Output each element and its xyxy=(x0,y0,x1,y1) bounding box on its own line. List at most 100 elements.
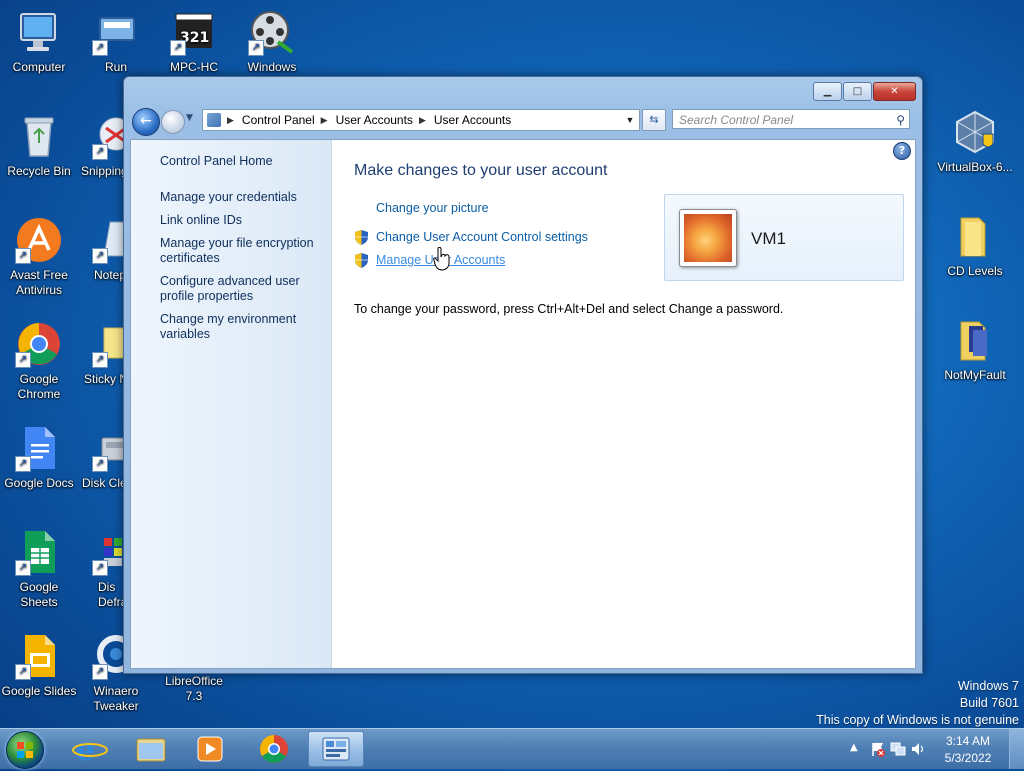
desktop-icon-google-docs[interactable]: ↗ Google Docs xyxy=(1,424,77,491)
back-arrow-icon: ← xyxy=(140,113,152,129)
desktop-icon-google-sheets[interactable]: ↗ Google Sheets xyxy=(1,528,77,610)
minimize-button[interactable]: ▁ xyxy=(813,82,842,101)
shortcut-arrow-icon: ↗ xyxy=(92,40,108,56)
breadcrumb-user-accounts-current[interactable]: User Accounts xyxy=(434,113,511,127)
forward-button[interactable] xyxy=(161,110,185,134)
password-info-text: To change your password, press Ctrl+Alt+… xyxy=(354,302,784,316)
shortcut-arrow-icon: ↗ xyxy=(15,352,31,368)
chrome-icon xyxy=(260,735,288,763)
address-dropdown-icon[interactable]: ▼ xyxy=(623,110,637,130)
back-button[interactable]: ← xyxy=(132,108,160,136)
desktop-icon-google-chrome[interactable]: ↗ Google Chrome xyxy=(1,320,77,402)
link-online-ids-link[interactable]: Link online IDs xyxy=(160,213,320,228)
show-desktop-button[interactable] xyxy=(1009,729,1024,769)
shortcut-arrow-icon: ↗ xyxy=(15,664,31,680)
clock[interactable]: 3:14 AM 5/3/2022 xyxy=(940,733,996,767)
search-placeholder: Search Control Panel xyxy=(679,113,794,127)
shortcut-arrow-icon: ↗ xyxy=(92,560,108,576)
clock-date: 5/3/2022 xyxy=(944,751,992,765)
taskbar-media-player[interactable] xyxy=(182,731,238,767)
desktop-icon-avast[interactable]: ↗ Avast Free Antivirus xyxy=(1,216,77,298)
desktop-icon-run[interactable]: ↗ Run xyxy=(78,8,154,75)
taskbar-internet-explorer[interactable]: e xyxy=(62,731,118,768)
shortcut-arrow-icon: ↗ xyxy=(92,144,108,160)
change-picture-link[interactable]: Change your picture xyxy=(376,201,489,215)
desktop-icon-virtualbox[interactable]: VirtualBox-6... xyxy=(936,108,1014,175)
breadcrumb-separator-icon[interactable]: ▶ xyxy=(419,115,426,126)
windows-watermark: Windows 7 Build 7601 This copy of Window… xyxy=(816,678,1019,729)
network-icon[interactable] xyxy=(890,741,906,757)
taskbar-windows-explorer[interactable] xyxy=(123,731,179,767)
uac-settings-link[interactable]: Change User Account Control settings xyxy=(376,230,588,244)
taskbar-google-chrome[interactable] xyxy=(246,731,302,767)
address-bar[interactable]: ▶ Control Panel ▶ User Accounts ▶ User A… xyxy=(202,109,640,131)
start-button[interactable] xyxy=(6,731,44,769)
page-title: Make changes to your user account xyxy=(354,162,608,179)
uac-shield-icon xyxy=(355,230,368,245)
action-center-flag-icon[interactable] xyxy=(870,741,886,757)
desktop-icon-libreoffice[interactable]: LibreOffice 7.3 xyxy=(156,674,232,704)
refresh-button[interactable]: ⇆ xyxy=(642,109,666,131)
desktop-icon-notepad[interactable]: ↗ Notep xyxy=(78,216,124,283)
watermark-os: Windows 7 xyxy=(957,679,1019,693)
desktop-icon-computer[interactable]: Computer xyxy=(1,8,77,75)
breadcrumb-user-accounts[interactable]: User Accounts xyxy=(336,113,413,127)
manage-credentials-link[interactable]: Manage your credentials xyxy=(160,190,320,205)
environment-variables-link[interactable]: Change my environment variables xyxy=(160,312,320,342)
desktop-icon-snipping[interactable]: ↗ Snipping xyxy=(78,112,124,179)
avatar[interactable] xyxy=(679,209,737,267)
file-encryption-link[interactable]: Manage your file encryption certificates xyxy=(160,236,320,266)
desktop-icon-mpc-hc[interactable]: 321 ↗ MPC-HC xyxy=(156,8,232,75)
control-panel-icon xyxy=(322,737,350,761)
user-name: VM1 xyxy=(751,229,786,248)
shortcut-arrow-icon: ↗ xyxy=(92,352,108,368)
search-input[interactable]: Search Control Panel ⚲ xyxy=(672,109,910,129)
advanced-profile-link[interactable]: Configure advanced user profile properti… xyxy=(160,274,320,304)
google-sheets-icon: ↗ xyxy=(15,528,63,576)
close-button[interactable]: ✕ xyxy=(873,82,916,101)
volume-icon[interactable] xyxy=(910,741,926,757)
google-slides-icon: ↗ xyxy=(15,632,63,680)
desktop-icon-google-slides[interactable]: ↗ Google Slides xyxy=(1,632,77,699)
shortcut-arrow-icon: ↗ xyxy=(15,456,31,472)
desktop-icon-sticky-notes[interactable]: ↗ Sticky N xyxy=(78,320,124,387)
breadcrumb-separator-icon: ▶ xyxy=(227,114,234,125)
disk-cleanup-icon: ↗ xyxy=(92,424,124,472)
folder-icon xyxy=(136,738,166,762)
shortcut-arrow-icon: ↗ xyxy=(92,248,108,264)
virtualbox-icon xyxy=(951,108,999,156)
minimize-icon: ▁ xyxy=(823,86,832,97)
search-icon[interactable]: ⚲ xyxy=(896,110,905,130)
shortcut-arrow-icon: ↗ xyxy=(15,560,31,576)
internet-explorer-icon: e xyxy=(72,733,108,768)
breadcrumb-control-panel[interactable]: Control Panel xyxy=(242,113,315,127)
desktop-icon-recycle-bin[interactable]: Recycle Bin xyxy=(1,112,77,179)
desktop-icon-disk-cleanup[interactable]: ↗ Disk Cle xyxy=(78,424,124,491)
desktop-icon-notmyfault[interactable]: NotMyFault xyxy=(936,316,1014,383)
show-hidden-icons-icon[interactable]: ▲ xyxy=(850,742,858,753)
desktop-icon-windows-movie[interactable]: ↗ Windows xyxy=(234,8,310,75)
desktop-icon-disk-defragmenter[interactable]: ↗ Dis Defragn xyxy=(78,528,124,610)
recent-pages-dropdown[interactable]: ▼ xyxy=(186,113,193,123)
control-panel-window: ▁ □ ✕ ← ▼ ▶ Control Panel ▶ User Account… xyxy=(123,76,923,674)
taskbar-control-panel[interactable] xyxy=(308,731,364,767)
recycle-bin-icon xyxy=(15,112,63,160)
control-panel-icon xyxy=(207,113,221,127)
breadcrumb-separator-icon[interactable]: ▶ xyxy=(321,115,328,126)
shortcut-arrow-icon: ↗ xyxy=(92,664,108,680)
navigation-bar: ← ▼ ▶ Control Panel ▶ User Accounts ▶ Us… xyxy=(130,107,916,136)
caption-buttons: ▁ □ ✕ xyxy=(813,82,916,101)
uac-shield-icon xyxy=(355,253,368,268)
shortcut-arrow-icon: ↗ xyxy=(15,248,31,264)
control-panel-home-link[interactable]: Control Panel Home xyxy=(160,154,320,169)
chrome-icon: ↗ xyxy=(15,320,63,368)
notepad-icon: ↗ xyxy=(92,216,124,264)
run-icon: ↗ xyxy=(92,8,140,56)
help-button[interactable]: ? xyxy=(893,142,911,160)
help-icon: ? xyxy=(898,144,906,157)
folder-icon xyxy=(951,212,999,260)
folder-icon xyxy=(951,316,999,364)
chevron-down-icon: ▼ xyxy=(186,113,193,123)
maximize-button[interactable]: □ xyxy=(843,82,872,101)
desktop-icon-cd-levels[interactable]: CD Levels xyxy=(936,212,1014,279)
